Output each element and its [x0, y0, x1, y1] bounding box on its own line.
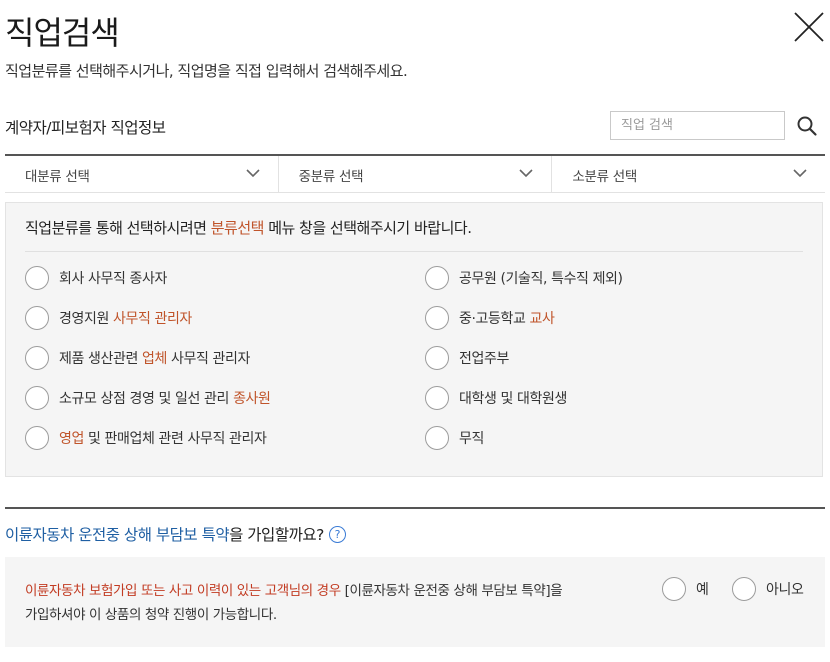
job-option[interactable]: 전업주부	[425, 345, 509, 371]
job-option[interactable]: 중·고등학교 교사	[425, 305, 555, 331]
highlight-text: 업체	[141, 351, 167, 367]
label-text: 사무직 관리자	[166, 351, 250, 367]
job-option-label: 영업 및 판매업체 관련 사무직 관리자	[59, 428, 267, 448]
help-circle-icon[interactable]: ?	[328, 525, 346, 543]
highlight-text: 종사원	[233, 391, 271, 407]
rider-message-text: [이륜자동차 운전중 상해 부담보 특약]을	[340, 583, 563, 599]
panel-notice: 직업분류를 통해 선택하시려면 분류선택 메뉴 창을 선택해주시기 바랍니다.	[25, 217, 472, 238]
panel-divider	[25, 251, 803, 252]
label-text: 공무원 (기술직, 특수직 제외)	[459, 271, 623, 287]
rider-yes-option[interactable]: 예	[662, 577, 709, 601]
label-text: 회사 사무직 종사자	[59, 271, 167, 287]
label-text: 중·고등학교	[459, 311, 530, 327]
job-option-label: 제품 생산관련 업체 사무직 관리자	[59, 348, 250, 368]
label-text: 전업주부	[459, 351, 509, 367]
category-select-group: 대분류 선택 중분류 선택 소분류 선택	[5, 156, 825, 193]
radio-button[interactable]	[662, 577, 686, 601]
section-divider	[5, 507, 825, 509]
job-search-input[interactable]	[611, 112, 784, 139]
rider-message-line2: 가입하셔야 이 상품의 청약 진행이 가능합니다.	[25, 607, 277, 623]
page-subtitle: 직업분류를 선택해주시거나, 직업명을 직접 입력해서 검색해주세요.	[5, 62, 408, 80]
rider-message: 이륜자동차 보험가입 또는 사고 이력이 있는 고객님의 경우 [이륜자동차 운…	[25, 579, 645, 627]
notice-highlight: 분류선택	[210, 219, 265, 237]
job-option-label: 공무원 (기술직, 특수직 제외)	[459, 268, 623, 288]
highlight-text: 영업	[59, 431, 84, 447]
label-text: 대학생 및 대학원생	[459, 391, 567, 407]
minor-category-select[interactable]: 소분류 선택	[552, 156, 825, 192]
close-icon	[794, 12, 824, 42]
job-option[interactable]: 회사 사무직 종사자	[25, 265, 167, 291]
label-text: 소규모 상점 경영 및 일선 관리	[59, 391, 234, 407]
job-option-label: 소규모 상점 경영 및 일선 관리 종사원	[59, 388, 271, 408]
chevron-down-icon	[246, 169, 260, 178]
select-label: 중분류 선택	[298, 169, 364, 185]
radio-button[interactable]	[425, 306, 449, 330]
job-option[interactable]: 공무원 (기술직, 특수직 제외)	[425, 265, 623, 291]
job-option[interactable]: 제품 생산관련 업체 사무직 관리자	[25, 345, 250, 371]
radio-button[interactable]	[25, 386, 49, 410]
label-text: 및 판매업체 관련 사무직 관리자	[83, 431, 267, 447]
close-button[interactable]	[792, 10, 826, 44]
quick-select-panel: 직업분류를 통해 선택하시려면 분류선택 메뉴 창을 선택해주시기 바랍니다. …	[5, 202, 823, 477]
highlight-text: 사무직 관리자	[112, 311, 192, 327]
rider-panel: 이륜자동차 보험가입 또는 사고 이력이 있는 고객님의 경우 [이륜자동차 운…	[5, 557, 825, 647]
label-text: 무직	[459, 431, 484, 447]
rider-no-label: 아니오	[766, 582, 804, 598]
radio-button[interactable]	[25, 346, 49, 370]
chevron-down-icon	[793, 169, 807, 178]
rider-yes-label: 예	[696, 582, 709, 598]
job-option[interactable]: 무직	[425, 425, 484, 451]
rider-no-option[interactable]: 아니오	[732, 577, 804, 601]
page-title: 직업검색	[5, 14, 120, 52]
job-option-label: 대학생 및 대학원생	[459, 388, 567, 408]
middle-category-select[interactable]: 중분류 선택	[279, 156, 553, 192]
job-info-label: 계약자/피보험자 직업정보	[5, 119, 166, 137]
notice-text: 메뉴 창을 선택해주시기 바랍니다.	[263, 219, 472, 237]
notice-text: 직업분류를 통해 선택하시려면	[25, 219, 211, 237]
radio-button[interactable]	[425, 266, 449, 290]
rider-question: 이륜자동차 운전중 상해 부담보 특약 을 가입할까요??	[5, 523, 346, 545]
job-option-label: 회사 사무직 종사자	[59, 268, 167, 288]
job-option[interactable]: 영업 및 판매업체 관련 사무직 관리자	[25, 425, 267, 451]
job-search-box	[610, 111, 785, 140]
radio-button[interactable]	[25, 266, 49, 290]
radio-button[interactable]	[732, 577, 756, 601]
job-option-label: 중·고등학교 교사	[459, 308, 555, 328]
job-option[interactable]: 소규모 상점 경영 및 일선 관리 종사원	[25, 385, 271, 411]
radio-button[interactable]	[425, 346, 449, 370]
job-option[interactable]: 경영지원 사무직 관리자	[25, 305, 192, 331]
search-icon	[797, 116, 817, 136]
select-label: 대분류 선택	[25, 169, 90, 185]
rider-name: 이륜자동차 운전중 상해 부담보 특약	[5, 526, 230, 544]
radio-button[interactable]	[425, 386, 449, 410]
job-option-label: 경영지원 사무직 관리자	[59, 308, 192, 328]
label-text: 경영지원	[59, 311, 113, 327]
highlight-text: 교사	[529, 311, 555, 327]
rider-message-warning: 이륜자동차 보험가입 또는 사고 이력이 있는 고객님의 경우	[25, 583, 341, 599]
label-text: 제품 생산관련	[59, 351, 142, 367]
chevron-down-icon	[519, 169, 533, 178]
search-button[interactable]	[795, 114, 819, 138]
major-category-select[interactable]: 대분류 선택	[5, 156, 279, 192]
radio-button[interactable]	[425, 426, 449, 450]
job-option[interactable]: 대학생 및 대학원생	[425, 385, 567, 411]
rider-question-text: 을 가입할까요?	[229, 526, 324, 544]
radio-button[interactable]	[25, 306, 49, 330]
radio-button[interactable]	[25, 426, 49, 450]
job-option-label: 무직	[459, 428, 484, 448]
job-option-label: 전업주부	[459, 348, 509, 368]
select-label: 소분류 선택	[572, 169, 637, 185]
